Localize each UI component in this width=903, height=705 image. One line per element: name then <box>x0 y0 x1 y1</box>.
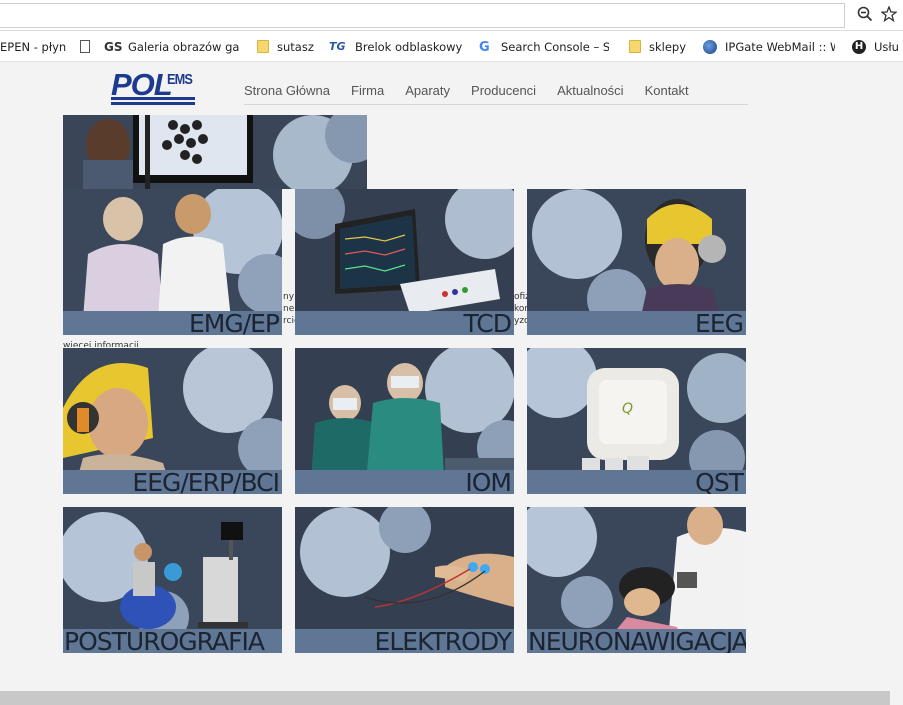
url-field[interactable] <box>0 3 845 28</box>
bookmark-uslugi[interactable]: H Usłu <box>852 31 899 61</box>
gs-icon: GS <box>104 39 123 54</box>
tile-label: ELEKTRODY <box>374 627 512 654</box>
bookmark-label: Usłu <box>874 39 899 54</box>
tile-emg-ep[interactable]: EMG/EP <box>63 189 282 335</box>
tile-label: IOM <box>465 468 512 495</box>
bookmark-epen[interactable]: EPEN - płyn <box>0 31 67 61</box>
tile-neuronawigacja[interactable]: NEURONAWIGACJA <box>527 507 746 653</box>
tile-label: POSTUROGRAFIA <box>64 627 265 654</box>
bookmark-search-console[interactable]: G Search Console – Str <box>479 31 609 61</box>
tile-label: QST <box>695 468 744 495</box>
bookmark-label: Brelok odblaskowy N <box>355 39 465 54</box>
more-info-link[interactable]: więcej informacji <box>63 340 139 347</box>
horizontal-scrollbar[interactable] <box>0 691 890 705</box>
bookmark-page[interactable] <box>80 31 98 61</box>
main-nav: Strona Główna Firma Aparaty Producenci A… <box>244 83 710 103</box>
bookmark-label: Galeria obrazów gal <box>128 39 240 54</box>
tile-qst[interactable]: Q QST <box>527 348 746 494</box>
bookmarks-bar: EPEN - płyn GS Galeria obrazów gal sutas… <box>0 31 903 62</box>
globe-icon <box>703 39 717 54</box>
tile-label: TCD <box>463 309 512 336</box>
tile-label: EEG/ERP/BCI <box>132 468 280 495</box>
nav-home[interactable]: Strona Główna <box>244 83 330 103</box>
folder-icon <box>629 40 641 53</box>
folder-icon <box>257 40 269 53</box>
tile-iom[interactable]: IOM <box>295 348 514 494</box>
tile-label: EMG/EP <box>188 309 280 336</box>
polems-logo[interactable]: POL EMS <box>111 69 197 105</box>
nav-company[interactable]: Firma <box>351 83 384 103</box>
bookmark-label: sutasz <box>277 39 314 54</box>
logo-suffix-text: EMS <box>167 71 193 88</box>
bookmark-brelok[interactable]: TG Brelok odblaskowy N <box>329 31 465 61</box>
nav-producers[interactable]: Producenci <box>471 83 536 103</box>
tg-icon: TG <box>329 39 346 53</box>
nav-contact[interactable]: Kontakt <box>645 83 689 103</box>
hero-image <box>63 115 367 189</box>
tile-elektrody[interactable]: ELEKTRODY <box>295 507 514 653</box>
tile-tcd[interactable]: TCD <box>295 189 514 335</box>
bookmark-label: EPEN - płyn <box>0 39 67 54</box>
logo-underline <box>111 97 195 100</box>
bookmark-label: sklepy <box>649 39 687 54</box>
star-icon[interactable] <box>880 5 898 24</box>
bookmark-ipgate[interactable]: IPGate WebMail :: W <box>703 31 835 61</box>
zoom-out-icon[interactable] <box>856 6 874 24</box>
tile-label: NEURONAWIGACJA <box>528 627 746 654</box>
nav-divider <box>244 104 748 105</box>
bookmark-label: IPGate WebMail :: W <box>725 39 835 54</box>
dark-icon: H <box>852 39 866 54</box>
google-icon: G <box>479 39 490 55</box>
browser-address-bar <box>0 0 903 31</box>
logo-underline <box>111 102 195 105</box>
page-icon <box>80 40 90 53</box>
bookmark-label: Search Console – Str <box>501 39 609 54</box>
svg-text:Q: Q <box>622 401 633 417</box>
tile-eeg[interactable]: EEG <box>527 189 746 335</box>
nav-devices[interactable]: Aparaty <box>405 83 450 103</box>
nav-news[interactable]: Aktualności <box>557 83 623 103</box>
tile-posturografia[interactable]: POSTUROGRAFIA <box>63 507 282 653</box>
bookmark-sklepy[interactable]: sklepy <box>629 31 687 61</box>
bookmark-sutasz[interactable]: sutasz <box>257 31 314 61</box>
tile-eeg-erp-bci[interactable]: EEG/ERP/BCI <box>63 348 282 494</box>
tile-label: EEG <box>695 309 744 336</box>
bookmark-galeria[interactable]: GS Galeria obrazów gal <box>104 31 240 61</box>
